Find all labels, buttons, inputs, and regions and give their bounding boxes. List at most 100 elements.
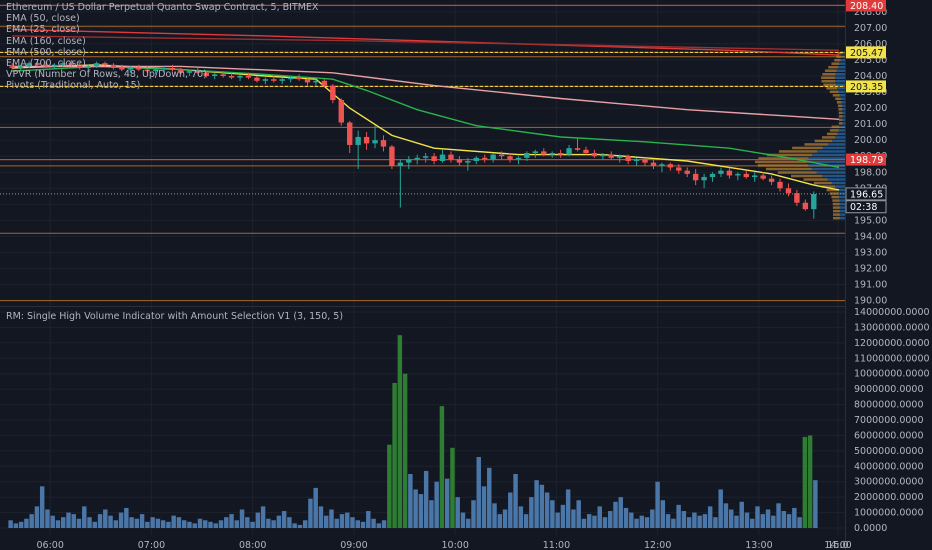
volume-tick-label: 8000000.0000 <box>854 400 924 411</box>
vpvr-down-row <box>822 136 836 139</box>
volume-bar <box>671 518 676 528</box>
volume-bar <box>402 373 408 528</box>
volume-bar <box>345 512 350 528</box>
volume-bar <box>734 515 739 528</box>
vpvr-down-row <box>792 146 823 150</box>
candle-body <box>566 148 572 155</box>
volume-bar <box>302 520 308 528</box>
candle-body <box>338 100 344 123</box>
vpvr-up-row <box>838 129 845 132</box>
volume-bar <box>534 480 539 528</box>
volume-indicator-title[interactable]: RM: Single High Volume Indicator with Am… <box>6 311 343 322</box>
volume-bar <box>166 521 171 528</box>
symbol-title[interactable]: Ethereum / US Dollar Perpetual Quanto Sw… <box>6 2 318 13</box>
candle-body <box>473 157 479 162</box>
vpvr-up-row <box>842 118 845 122</box>
candle-body <box>659 164 665 166</box>
legend-ema25[interactable]: EMA (25, close) <box>6 24 318 35</box>
volume-bar <box>623 507 629 528</box>
candle-body <box>794 193 800 203</box>
volume-bar <box>229 514 234 528</box>
volume-bar <box>781 511 787 528</box>
vpvr-down-row <box>832 209 840 213</box>
volume-bar <box>8 520 13 528</box>
volume-bar <box>171 515 176 528</box>
volume-bar <box>713 517 718 528</box>
vpvr-up-row <box>840 58 845 62</box>
price-tick-label: 193.00 <box>854 247 887 258</box>
vpvr-up-row <box>835 136 845 139</box>
volume-bar <box>655 481 660 528</box>
candle-body <box>600 154 606 157</box>
vpvr-up-row <box>839 216 845 220</box>
candle-body <box>389 146 395 166</box>
candle-body <box>591 153 598 157</box>
time-tick-label: 15:0 <box>827 540 848 550</box>
legend-ema700[interactable]: EMA (700, close) <box>6 58 318 69</box>
volume-bar <box>60 517 66 528</box>
volume-bar <box>234 520 240 528</box>
candle-body <box>752 175 758 178</box>
volume-bar <box>297 524 303 528</box>
price-tick-label: 200.00 <box>854 135 887 146</box>
vpvr-down-row <box>755 160 808 164</box>
volume-bar <box>608 511 613 528</box>
time-tick-label: 09:00 <box>340 540 367 550</box>
volume-bar <box>718 489 723 528</box>
candle-body <box>676 167 682 171</box>
volume-bar <box>750 518 755 528</box>
vpvr-down-row <box>836 101 842 104</box>
volume-tick-label: 0.0000 <box>854 523 887 534</box>
volume-bar <box>471 500 476 528</box>
price-label-text: 198.79 <box>850 155 883 166</box>
vpvr-up-row <box>839 94 845 97</box>
vpvr-down-row <box>831 62 840 65</box>
volume-bar <box>192 523 197 528</box>
candle-body <box>617 156 623 158</box>
volume-bar <box>260 506 266 528</box>
volume-bar <box>660 500 666 528</box>
candle-body <box>557 153 564 155</box>
volume-bar <box>381 520 387 528</box>
volume-axis[interactable]: 0.0000 1000000.0000 2000000.0000 3000000.00… <box>854 307 930 534</box>
vpvr-down-row <box>814 139 833 143</box>
candle-body <box>422 156 429 158</box>
candle-body <box>583 149 589 153</box>
price-tick-label: 198.00 <box>854 167 887 178</box>
candle-body <box>507 156 513 160</box>
volume-bar <box>92 521 98 528</box>
price-tick-label: 191.00 <box>854 280 887 291</box>
volume-bar <box>329 509 334 528</box>
vpvr-up-row <box>834 76 845 80</box>
vpvr-up-row <box>835 80 845 83</box>
volume-bar <box>218 520 224 528</box>
candle-body <box>524 153 530 158</box>
volume-bar <box>413 489 418 528</box>
volume-bar <box>686 517 692 528</box>
vpvr-down-row <box>832 213 840 216</box>
legend-pivots[interactable]: Pivots (Traditional, Auto, 15) <box>6 80 318 91</box>
candle-body <box>448 154 454 160</box>
volume-bar <box>786 514 792 528</box>
volume-bar <box>376 523 382 528</box>
volume-bar <box>160 520 166 528</box>
volume-bar <box>523 514 529 528</box>
volume-bar <box>103 509 108 528</box>
vpvr-up-row <box>842 111 845 115</box>
vpvr-up-row <box>827 143 845 146</box>
volume-bar <box>318 506 324 528</box>
vpvr-down-row <box>828 65 838 69</box>
legend-vpvr[interactable]: VPVR (Number Of Rows, 48, Up/Down, 70) <box>6 69 318 80</box>
volume-bar <box>802 436 808 528</box>
candle-body <box>642 159 648 163</box>
vpvr-up-row <box>842 108 845 111</box>
candle-body <box>355 136 361 145</box>
legend-ema500[interactable]: EMA (500, close) <box>6 47 318 58</box>
price-label-text: 208.40 <box>850 1 883 12</box>
legend-ema50[interactable]: EMA (50, close) <box>6 13 318 24</box>
legend-ema160[interactable]: EMA (160, close) <box>6 36 318 47</box>
candle-body <box>650 162 657 166</box>
candle-body <box>515 157 522 160</box>
volume-bar <box>513 474 518 528</box>
vpvr-up-row <box>839 213 845 216</box>
